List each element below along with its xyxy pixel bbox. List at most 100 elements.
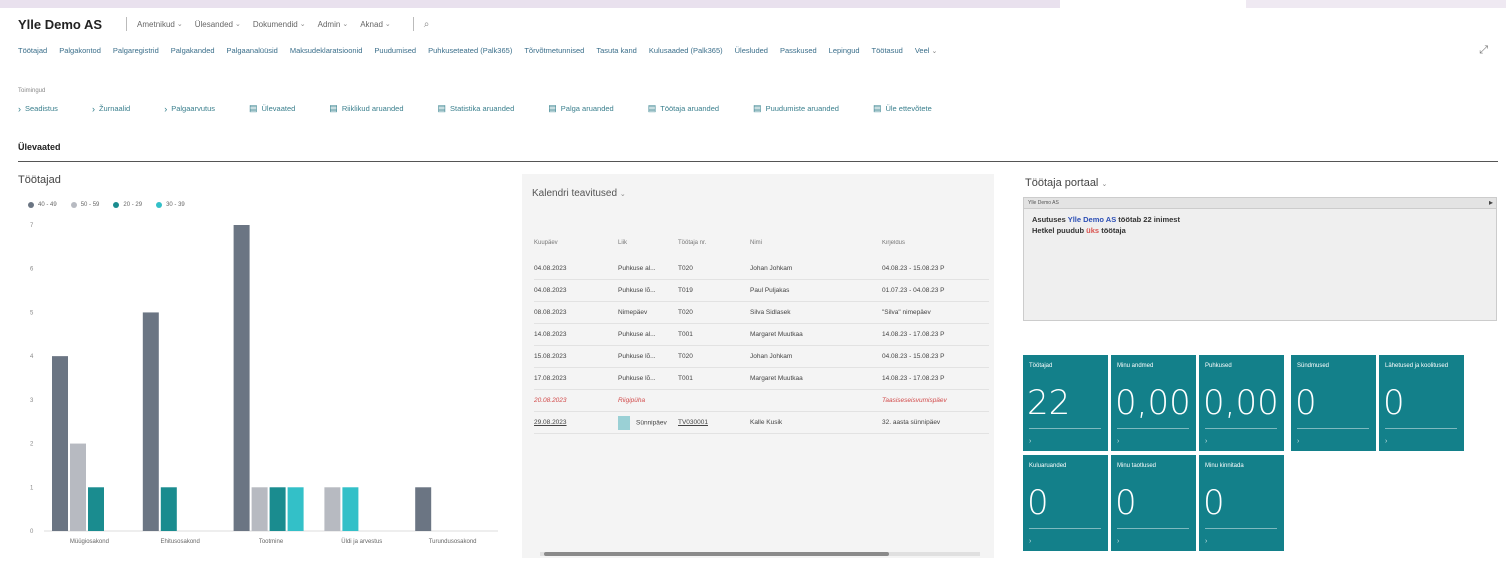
bar[interactable] [233, 225, 250, 531]
chevron-right-icon: › [1297, 438, 1300, 445]
tile-lahetused[interactable]: Lähetused ja koolitused 0 › [1379, 355, 1464, 451]
row-employee-no: T001 [678, 331, 693, 338]
tile-minu-andmed[interactable]: Minu andmed 0,00 › [1111, 355, 1196, 451]
column-header[interactable]: Kuupäev [534, 240, 618, 254]
legend-item[interactable]: 30 - 39 [156, 202, 185, 208]
nav-item[interactable]: Palgakanded [171, 46, 215, 55]
calendar-row[interactable]: 04.08.2023 Puhkuse lõ... T019 Paul Puljakas… [534, 280, 989, 302]
row-name: Margaret Muutkaa [750, 375, 803, 382]
nav-item[interactable]: Puhkuseteated (Palk365) [428, 46, 512, 55]
bar[interactable] [142, 312, 159, 531]
tile-tootajad[interactable]: Töötajad 22 › [1023, 355, 1108, 451]
nav-item[interactable]: Tõrvõtmetunnised [524, 46, 584, 55]
calendar-row[interactable]: 29.08.2023 Sünnipäev TV030001 Kalle Kusik 32… [534, 412, 989, 434]
calendar-notifications-panel: Kalendri teavitused ⌄ Kuupäev Liik Tööta… [522, 174, 994, 558]
action-palga-aruanded[interactable]: ▤ Palga aruanded [548, 103, 613, 114]
row-type: Puhkuse lõ... [618, 375, 656, 382]
company-name[interactable]: Ylle Demo AS [18, 17, 102, 32]
menu-admin[interactable]: Admin ⌄ [318, 20, 349, 29]
action-puudumiste-aruanded[interactable]: ▤ Puudumiste aruanded [753, 103, 839, 114]
nav-item[interactable]: Kulusaaded (Palk365) [649, 46, 723, 55]
bar[interactable] [52, 356, 68, 531]
chevron-down-icon: ⌄ [619, 191, 626, 198]
portal-title[interactable]: Töötaja portaal ⌄ [1025, 177, 1107, 189]
nav-item[interactable]: Palgakontod [59, 46, 101, 55]
nav-item[interactable]: Lepingud [829, 46, 860, 55]
bar[interactable] [287, 487, 304, 531]
calendar-row[interactable]: 20.08.2023 Riigipüha Taasiseseisvumispäev [534, 390, 989, 412]
bar[interactable] [342, 487, 359, 531]
row-employee-no: T001 [678, 375, 693, 382]
tile-label: Minu kinnitada [1205, 463, 1244, 469]
section-title[interactable]: Ülevaated [18, 142, 61, 152]
nav-item[interactable]: Passkused [780, 46, 817, 55]
menu-aknad[interactable]: Aknad ⌄ [360, 20, 391, 29]
calendar-title[interactable]: Kalendri teavitused ⌄ [532, 188, 626, 199]
nav-item[interactable]: Ülesluded [735, 46, 768, 55]
menu-ametnikud[interactable]: Ametnikud ⌄ [137, 20, 183, 29]
calendar-row[interactable]: 17.08.2023 Puhkuse lõ... T001 Margaret Muut… [534, 368, 989, 390]
bar[interactable] [415, 487, 432, 531]
nav-item[interactable]: Töötasud [872, 46, 903, 55]
nav-item[interactable]: Puudumised [374, 46, 416, 55]
tile-kuluaruanded[interactable]: Kuluaruanded 0 › [1023, 455, 1108, 551]
nav-item[interactable]: Tasuta kand [596, 46, 636, 55]
action-tootaja-aruanded[interactable]: ▤ Töötaja aruanded [648, 103, 719, 114]
column-header[interactable]: Nimi [750, 240, 882, 254]
nav-item[interactable]: Palgaregistrid [113, 46, 159, 55]
menu-ulesanded[interactable]: Ülesanded ⌄ [195, 20, 241, 29]
action-seadistus[interactable]: › Seadistus [18, 104, 58, 114]
y-tick-label: 1 [30, 485, 34, 491]
legend-swatch [113, 202, 120, 208]
action-palgaarvutus[interactable]: › Palgaarvutus [164, 104, 215, 114]
menu-label: Dokumendid [252, 19, 298, 29]
menu-dokumendid[interactable]: Dokumendid ⌄ [253, 20, 306, 29]
calendar-row[interactable]: 15.08.2023 Puhkuse lõ... T020 Johan Johkam 0… [534, 346, 989, 368]
horizontal-scrollbar[interactable] [540, 552, 980, 556]
action-label: Üle ettevõtete [885, 104, 932, 113]
tile-minu-taotlused[interactable]: Minu taotlused 0 › [1111, 455, 1196, 551]
tile-puhkused[interactable]: Puhkused 0,00 › [1199, 355, 1284, 451]
y-tick-label: 3 [30, 398, 34, 404]
expand-icon[interactable]: ⤢ [1479, 44, 1488, 57]
search-icon[interactable]: ⌕ [424, 19, 430, 30]
nav-item[interactable]: Maksudeklaratsioonid [290, 46, 363, 55]
row-selector[interactable] [618, 415, 630, 430]
nav-item[interactable]: Töötajad [18, 46, 47, 55]
chevron-down-icon: ⌄ [342, 21, 349, 28]
tile-label: Lähetused ja koolitused [1385, 363, 1449, 369]
legend-item[interactable]: 50 - 59 [70, 202, 99, 208]
bar[interactable] [269, 487, 286, 531]
legend-item[interactable]: 20 - 29 [113, 202, 142, 208]
column-header[interactable]: Töötaja nr. [678, 240, 750, 254]
play-icon[interactable]: ▸ [1489, 198, 1493, 207]
tile-sundmused[interactable]: Sündmused 0 › [1291, 355, 1376, 451]
nav-more-menu[interactable]: Veel ⌄ [915, 46, 938, 55]
tile-minu-kinnitada[interactable]: Minu kinnitada 0 › [1199, 455, 1284, 551]
row-description: 01.07.23 - 04.08.23 P [882, 287, 945, 294]
action-ule-ettevotete[interactable]: ▤ Üle ettevõtete [873, 103, 932, 114]
row-description: 14.08.23 - 17.08.23 P [882, 331, 945, 338]
bar[interactable] [160, 487, 177, 531]
action-label: Statistika aruanded [450, 104, 515, 113]
scrollbar-thumb[interactable] [544, 552, 889, 556]
x-tick-label: Üldi ja arvestus [341, 538, 382, 545]
bar[interactable] [251, 487, 268, 531]
bar[interactable] [88, 487, 104, 531]
legend-item[interactable]: 40 - 49 [28, 202, 57, 208]
bar[interactable] [70, 443, 86, 531]
action-ulevaated[interactable]: ▤ Ülevaated [249, 103, 295, 114]
tile-label: Minu andmed [1117, 363, 1154, 369]
action-zurnaalid[interactable]: › Žurnaalid [92, 104, 130, 114]
action-riiklikud-aruanded[interactable]: ▤ Riiklikud aruanded [329, 103, 403, 114]
column-header[interactable]: Kirjeldus [882, 240, 989, 254]
calendar-row[interactable]: 08.08.2023 Nimepäev T020 Silva Sidlasek "Sil… [534, 302, 989, 324]
column-header[interactable]: Liik [618, 240, 678, 254]
calendar-row[interactable]: 14.08.2023 Puhkuse al... T001 Margaret Muut… [534, 324, 989, 346]
bar[interactable] [324, 487, 341, 531]
calendar-row[interactable]: 04.08.2023 Puhkuse al... T020 Johan Johkam 0… [534, 258, 989, 280]
legend-label: 20 - 29 [123, 202, 143, 208]
nav-item[interactable]: Palgaanalüüsid [227, 46, 278, 55]
row-employee-no: TV030001 [678, 419, 708, 426]
action-statistika-aruanded[interactable]: ▤ Statistika aruanded [438, 103, 515, 114]
